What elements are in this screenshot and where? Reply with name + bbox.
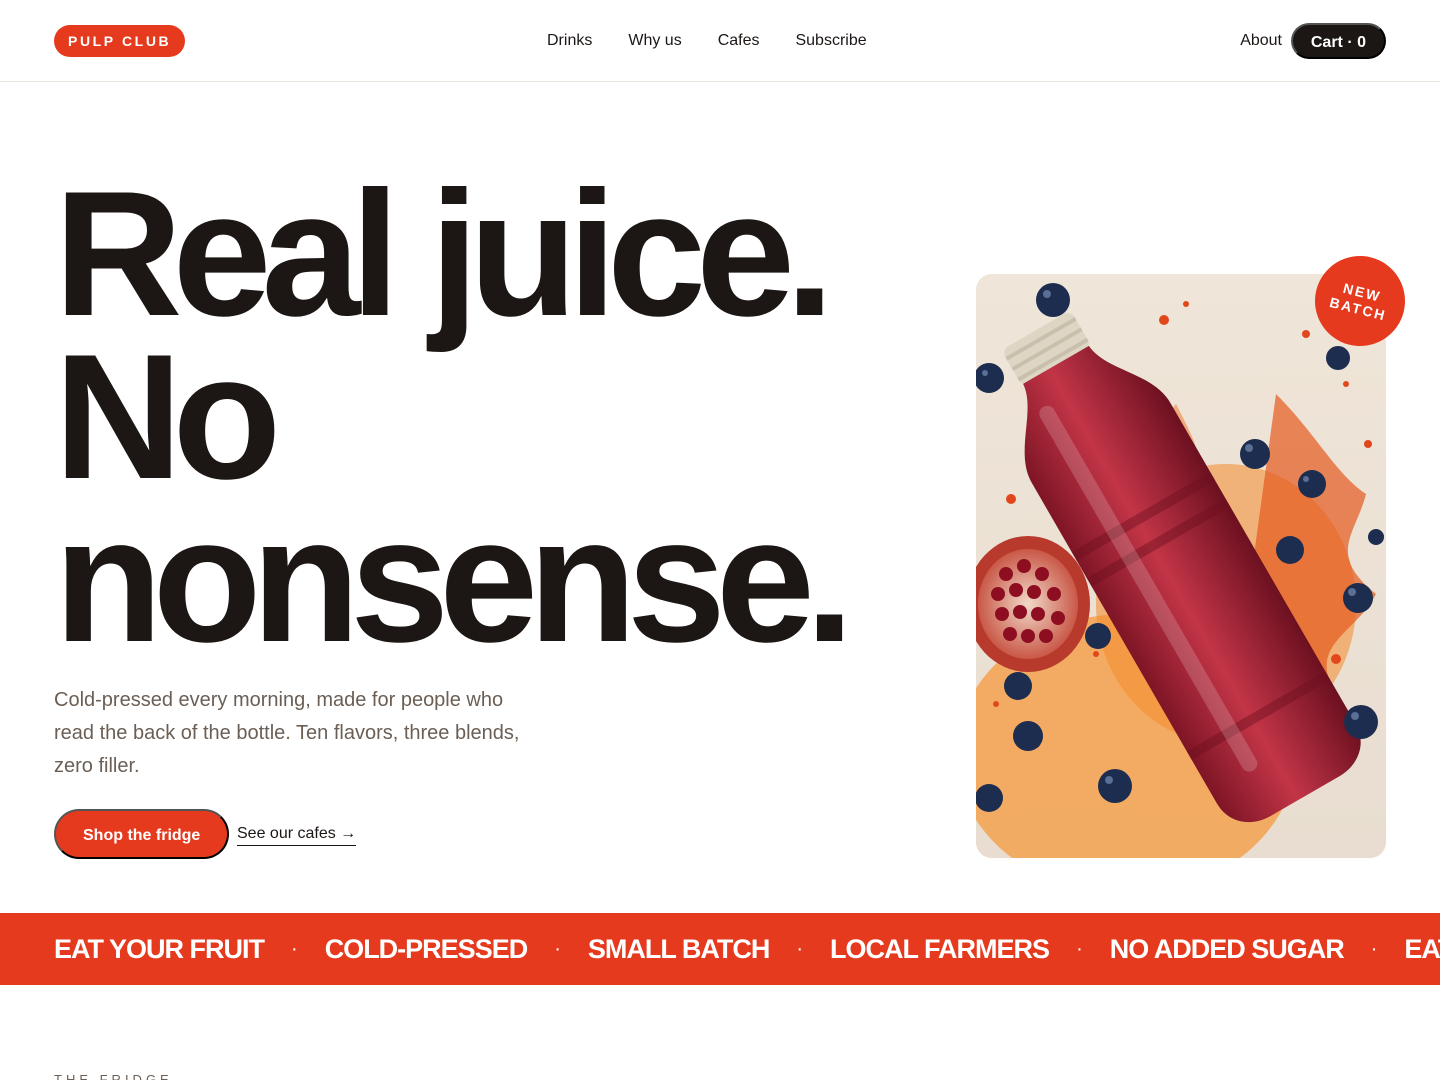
marquee-item: COLD-PRESSED: [324, 933, 529, 964]
hero-headline: Real juice. No nonsense.: [54, 154, 854, 679]
see-our-cafes-link[interactable]: See our cafes →: [237, 824, 357, 846]
logo[interactable]: PULP CLUB: [54, 25, 186, 57]
headline-line: No: [54, 317, 281, 516]
marquee-item: SMALL BATCH: [587, 933, 770, 964]
headline-line: Real juice.: [54, 154, 835, 353]
headline-line: nonsense.: [54, 480, 854, 679]
marquee-item: NO ADDED SUGAR: [1109, 933, 1345, 964]
main-nav: Drinks Why us Cafes Subscribe: [547, 30, 867, 52]
marquee-separator: ·: [554, 937, 561, 960]
site-header: PULP CLUB Drinks Why us Cafes Subscribe …: [0, 0, 1440, 82]
marquee-item: EAT YOUR FRUIT: [54, 933, 265, 964]
marquee-track: EAT YOUR FRUIT · COLD-PRESSED · SMALL BA…: [54, 913, 1440, 985]
nav-item-why-us[interactable]: Why us: [628, 30, 681, 52]
marquee-item: EAT YOUR FRUIT: [1404, 933, 1440, 964]
marquee-separator: ·: [796, 937, 804, 960]
nav-item-drinks[interactable]: Drinks: [547, 30, 592, 52]
juice-bottle-illustration: [976, 274, 1386, 858]
shop-the-fridge-button[interactable]: Shop the fridge: [54, 809, 230, 859]
cart-button[interactable]: Cart · 0: [1290, 23, 1386, 59]
section-label: THE FRIDGE: [54, 1072, 173, 1080]
marquee-banner: EAT YOUR FRUIT · COLD-PRESSED · SMALL BA…: [0, 913, 1440, 985]
marquee-separator: ·: [1076, 937, 1083, 960]
product-image: [976, 274, 1386, 858]
hero-description: Cold-pressed every morning, made for peo…: [54, 689, 520, 777]
nav-item-cafes[interactable]: Cafes: [718, 30, 760, 52]
marquee-separator: ·: [1370, 937, 1378, 960]
marquee-item: LOCAL FARMERS: [830, 933, 1050, 964]
marquee-separator: ·: [291, 937, 298, 960]
nav-item-subscribe[interactable]: Subscribe: [795, 30, 866, 52]
about-link[interactable]: About: [1240, 30, 1282, 52]
